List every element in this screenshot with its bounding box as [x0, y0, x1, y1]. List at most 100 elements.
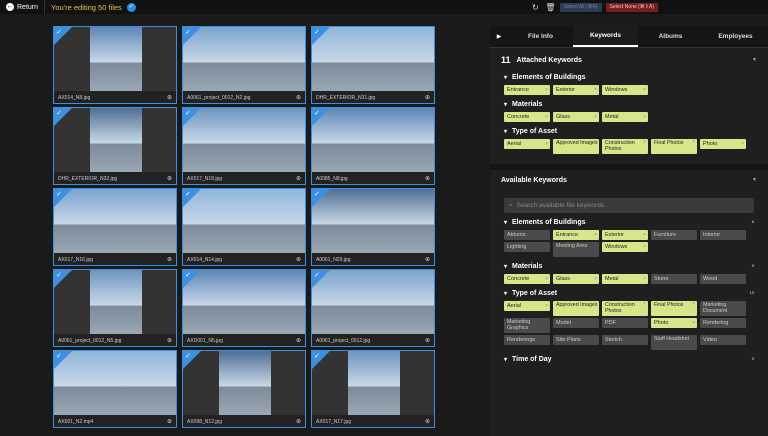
group-title[interactable]: Elements of Buildings — [504, 74, 754, 81]
file-card[interactable]: ✓ AX014_N8.jpg ⊕ — [53, 26, 177, 104]
zoom-icon[interactable]: ⊕ — [425, 94, 430, 101]
keyword-chip[interactable]: Marketing Graphics — [504, 318, 550, 333]
chevron-down-icon[interactable]: ▼ — [752, 177, 757, 183]
file-card[interactable]: ✓ A0061_project_0012.jpg ⊕ — [311, 269, 435, 347]
zoom-icon[interactable]: ⊕ — [167, 337, 172, 344]
keyword-chip[interactable]: Exterior — [553, 85, 599, 95]
keyword-chip[interactable]: Metal — [602, 274, 648, 284]
keyword-chip[interactable]: Interior — [700, 230, 746, 240]
selected-check-icon[interactable]: ✓ — [312, 108, 330, 126]
keyword-chip[interactable]: Aerial — [504, 139, 550, 149]
keyword-chip[interactable]: Photo — [700, 139, 746, 149]
selected-check-icon[interactable]: ✓ — [312, 189, 330, 207]
keyword-chip[interactable]: Marketing Document — [700, 301, 746, 316]
available-keywords-header[interactable]: Available Keywords ▼ — [490, 172, 768, 188]
keyword-chip[interactable]: Windows — [602, 242, 648, 252]
keyword-chip[interactable]: Exterior — [602, 230, 648, 240]
file-card[interactable]: ✓ AX098_N12.jpg ⊕ — [182, 350, 306, 428]
group-title[interactable]: Elements of Buildings8 — [504, 219, 754, 226]
selected-check-icon[interactable]: ✓ — [54, 189, 72, 207]
selected-check-icon[interactable]: ✓ — [312, 270, 330, 288]
file-card[interactable]: ✓ DHR_EXTERIOR_N32.jpg ⊕ — [53, 107, 177, 185]
tab-keywords[interactable]: Keywords — [573, 26, 638, 47]
keyword-chip[interactable]: PDF — [602, 318, 648, 328]
refresh-icon[interactable]: ↻ — [530, 2, 541, 13]
keyword-chip[interactable]: Video — [700, 335, 746, 345]
keyword-chip[interactable]: Metal — [602, 112, 648, 122]
chevron-down-icon[interactable]: ▼ — [752, 57, 757, 63]
attached-keywords-header[interactable]: 11 Attached Keywords ▼ — [490, 52, 768, 68]
file-card[interactable]: ✓ AX017_N17.jpg ⊕ — [311, 350, 435, 428]
keyword-chip[interactable]: Construction Photos — [602, 301, 648, 316]
zoom-icon[interactable]: ⊕ — [167, 418, 172, 425]
keyword-chip[interactable]: Staff Headshot — [651, 335, 697, 350]
keyword-chip[interactable]: Model — [553, 318, 599, 328]
zoom-icon[interactable]: ⊕ — [425, 175, 430, 182]
keyword-chip[interactable]: Furniture — [651, 230, 697, 240]
keyword-chip[interactable]: Approved Images — [553, 139, 599, 154]
zoom-icon[interactable]: ⊕ — [296, 418, 301, 425]
file-card[interactable]: ✓ AXD001_N5.jpg ⊕ — [182, 269, 306, 347]
keyword-chip[interactable]: Photo — [651, 318, 697, 328]
selected-check-icon[interactable]: ✓ — [183, 351, 201, 369]
zoom-icon[interactable]: ⊕ — [296, 94, 301, 101]
keyword-chip[interactable]: Concrete — [504, 274, 550, 284]
keyword-chip[interactable]: Windows — [602, 85, 648, 95]
file-card[interactable]: ✓ A0061_project_0012_N5.jpg ⊕ — [53, 269, 177, 347]
tab-albums[interactable]: Albums — [638, 26, 703, 47]
keyword-search-input[interactable]: ⌕ Search available file keywords — [504, 198, 754, 213]
keyword-chip[interactable]: Wood — [700, 274, 746, 284]
zoom-icon[interactable]: ⊕ — [425, 337, 430, 344]
keyword-chip[interactable]: Approved Images — [553, 301, 599, 316]
selected-check-icon[interactable]: ✓ — [183, 270, 201, 288]
selected-check-icon[interactable]: ✓ — [54, 27, 72, 45]
group-title[interactable]: Materials5 — [504, 263, 754, 270]
selected-check-icon[interactable]: ✓ — [54, 108, 72, 126]
file-card[interactable]: ✓ AX017_N18.jpg ⊕ — [182, 107, 306, 185]
collapse-arrow-icon[interactable]: ▶ — [490, 26, 508, 47]
file-card[interactable]: ✓ DHR_EXTERIOR_N31.jpg ⊕ — [311, 26, 435, 104]
keyword-chip[interactable]: Sketch — [602, 335, 648, 345]
zoom-icon[interactable]: ⊕ — [167, 94, 172, 101]
selected-check-icon[interactable]: ✓ — [312, 27, 330, 45]
zoom-icon[interactable]: ⊕ — [296, 256, 301, 263]
keyword-chip[interactable]: Atriums — [504, 230, 550, 240]
file-card[interactable]: ✓ AX001_N2.mp4 ⊕ — [53, 350, 177, 428]
keyword-chip[interactable]: Entrance — [504, 85, 550, 95]
keyword-chip[interactable]: Construction Photos — [602, 139, 648, 154]
group-title[interactable]: Type of Asset15 — [504, 290, 754, 297]
keyword-chip[interactable]: Entrance — [553, 230, 599, 240]
tab-employees[interactable]: Employees — [703, 26, 768, 47]
file-card[interactable]: ✓ AX017_N16.jpg ⊕ — [53, 188, 177, 266]
file-card[interactable]: ✓ A0061_N29.jpg ⊕ — [311, 188, 435, 266]
zoom-icon[interactable]: ⊕ — [296, 175, 301, 182]
selected-check-icon[interactable]: ✓ — [183, 27, 201, 45]
selected-check-icon[interactable]: ✓ — [54, 270, 72, 288]
keyword-chip[interactable]: Meeting Area — [553, 242, 599, 257]
keyword-chip[interactable]: Final Photos — [651, 301, 697, 316]
zoom-icon[interactable]: ⊕ — [296, 337, 301, 344]
keyword-chip[interactable]: Glass — [553, 274, 599, 284]
group-title[interactable]: Materials — [504, 101, 754, 108]
keyword-chip[interactable]: Concrete — [504, 112, 550, 122]
file-card[interactable]: ✓ AX014_N14.jpg ⊕ — [182, 188, 306, 266]
keyword-chip[interactable]: Renderings — [504, 335, 550, 345]
keyword-chip[interactable]: Aerial — [504, 301, 550, 311]
keyword-chip[interactable]: Lighting — [504, 242, 550, 252]
trash-icon[interactable]: 🗑 — [545, 2, 556, 13]
selected-check-icon[interactable]: ✓ — [183, 189, 201, 207]
keyword-chip[interactable]: Site Plans — [553, 335, 599, 345]
zoom-icon[interactable]: ⊕ — [425, 256, 430, 263]
selected-check-icon[interactable]: ✓ — [183, 108, 201, 126]
select-all-button[interactable]: Select All (⌘A) — [559, 2, 602, 12]
file-card[interactable]: ✓ A0085_N8.jpg ⊕ — [311, 107, 435, 185]
keyword-chip[interactable]: Final Photos — [651, 139, 697, 154]
tab-file-info[interactable]: File Info — [508, 26, 573, 47]
file-card[interactable]: ✓ A0061_project_0012_N2.jpg ⊕ — [182, 26, 306, 104]
group-title[interactable]: Time of Day5 — [504, 356, 754, 363]
selected-check-icon[interactable]: ✓ — [312, 351, 330, 369]
return-button[interactable]: ← Return — [0, 0, 46, 14]
zoom-icon[interactable]: ⊕ — [425, 418, 430, 425]
keyword-chip[interactable]: Glass — [553, 112, 599, 122]
keyword-chip[interactable]: Stone — [651, 274, 697, 284]
